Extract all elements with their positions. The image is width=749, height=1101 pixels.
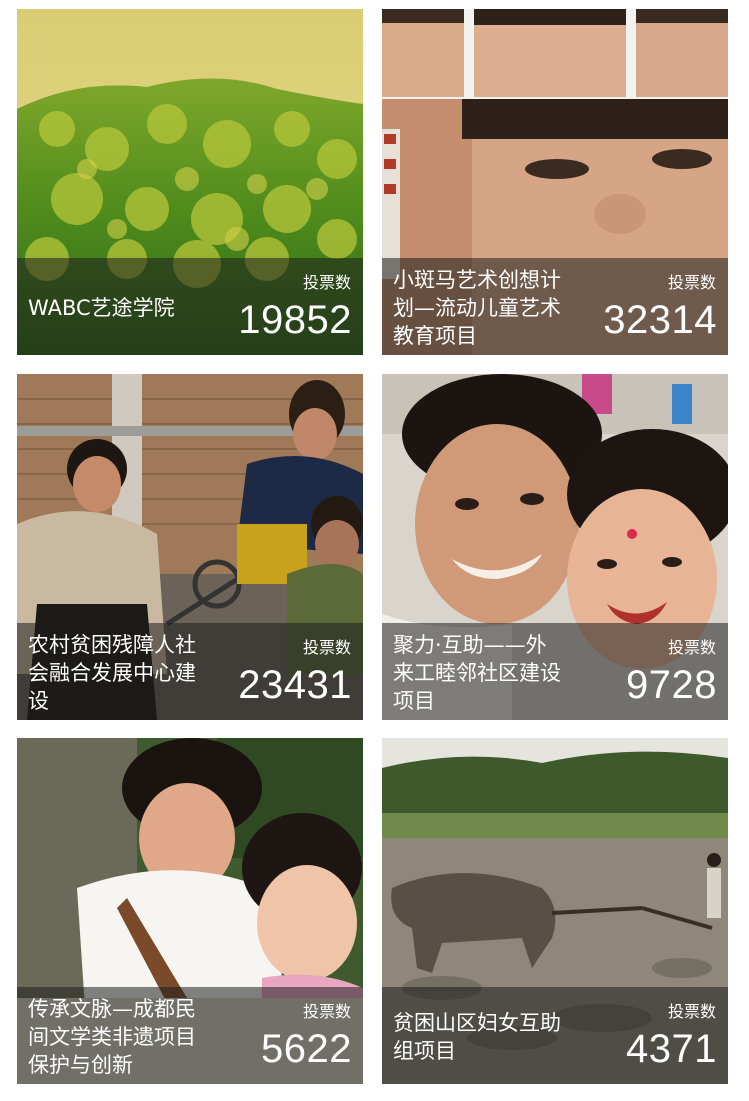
- project-card-rural-disability[interactable]: 农村贫困残障人社会融合发展中心建设 投票数 23431: [17, 374, 363, 720]
- vote-count-label: 投票数: [302, 1002, 351, 1021]
- card-caption-overlay: 聚力·互助——外来工睦邻社区建设项目 投票数 9728: [382, 623, 728, 720]
- vote-count-label: 投票数: [302, 638, 351, 657]
- vote-count: 19852: [238, 298, 352, 342]
- card-caption-overlay: 贫困山区妇女互助组项目 投票数 4371: [382, 987, 728, 1084]
- project-card-zebra-art[interactable]: 小斑马艺术创想计划—流动儿童艺术教育项目 投票数 32314: [382, 9, 728, 355]
- project-title: 传承文脉—成都民间文学类非遗项目保护与创新: [28, 997, 196, 1077]
- vote-count: 9728: [626, 663, 717, 707]
- vote-count-label: 投票数: [667, 1002, 716, 1021]
- project-title: WABC艺途学院: [28, 296, 175, 320]
- card-caption-overlay: WABC艺途学院 投票数 19852: [17, 258, 363, 355]
- card-caption-overlay: 农村贫困残障人社会融合发展中心建设 投票数 23431: [17, 623, 363, 720]
- vote-count-label: 投票数: [667, 638, 716, 657]
- card-caption-overlay: 传承文脉—成都民间文学类非遗项目保护与创新 投票数 5622: [17, 987, 363, 1084]
- vote-count-label: 投票数: [667, 273, 716, 292]
- project-title: 小斑马艺术创想计划—流动儿童艺术教育项目: [393, 268, 561, 348]
- project-card-migrant-community[interactable]: 聚力·互助——外来工睦邻社区建设项目 投票数 9728: [382, 374, 728, 720]
- card-caption-overlay: 小斑马艺术创想计划—流动儿童艺术教育项目 投票数 32314: [382, 258, 728, 355]
- project-title: 贫困山区妇女互助组项目: [393, 1011, 561, 1063]
- project-title: 聚力·互助——外来工睦邻社区建设项目: [393, 633, 561, 713]
- vote-count: 23431: [238, 663, 352, 707]
- project-title: 农村贫困残障人社会融合发展中心建设: [28, 633, 196, 713]
- vote-count: 5622: [261, 1027, 352, 1071]
- vote-count: 32314: [603, 298, 717, 342]
- project-card-women-mutual-aid[interactable]: 贫困山区妇女互助组项目 投票数 4371: [382, 738, 728, 1084]
- project-card-wabc[interactable]: WABC艺途学院 投票数 19852: [17, 9, 363, 355]
- vote-count: 4371: [626, 1027, 717, 1071]
- vote-count-label: 投票数: [302, 273, 351, 292]
- project-card-folk-literature[interactable]: 传承文脉—成都民间文学类非遗项目保护与创新 投票数 5622: [17, 738, 363, 1084]
